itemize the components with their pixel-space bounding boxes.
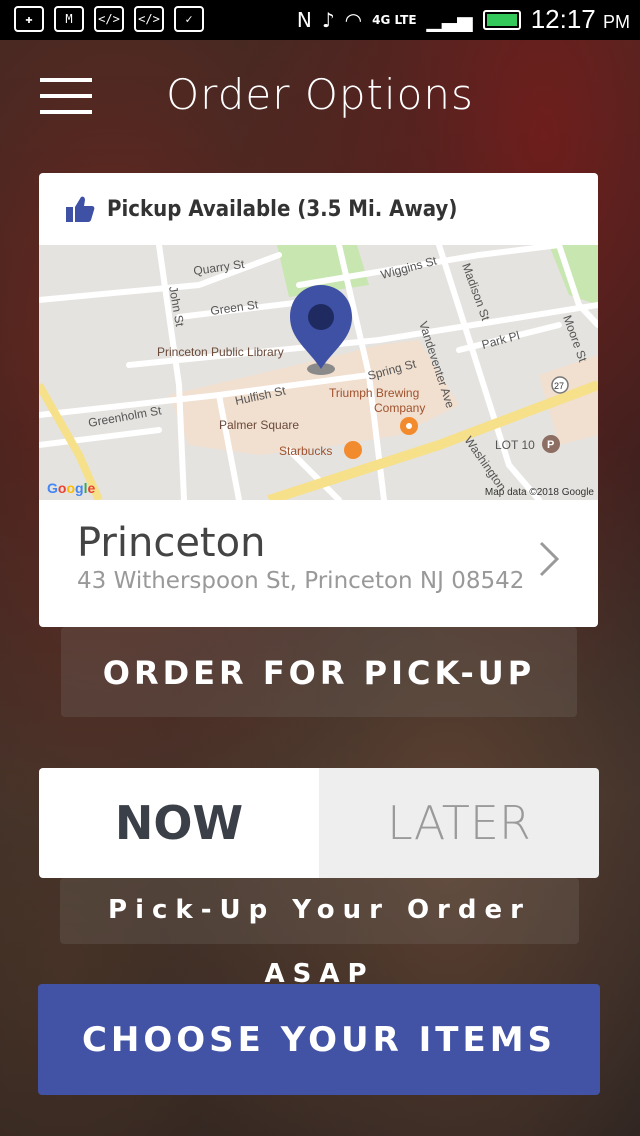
order-for-pickup-button[interactable]: ORDER FOR PICK-UP xyxy=(61,627,577,717)
network-icon: 4G LTE xyxy=(372,12,417,27)
thumbs-up-icon xyxy=(66,196,95,222)
map-view[interactable]: Quarry St Wiggins St Madison St Moore St… xyxy=(39,245,598,500)
check-icon: ✓ xyxy=(174,6,204,32)
map-graphic: Quarry St Wiggins St Madison St Moore St… xyxy=(39,245,598,500)
later-tab[interactable]: LATER xyxy=(319,768,599,878)
page-title: Order Options xyxy=(166,70,474,119)
nfc-icon: N xyxy=(296,7,312,32)
now-tab[interactable]: NOW xyxy=(39,768,319,878)
signal-icon: ▁▃▅ xyxy=(426,7,473,32)
status-bar: ✚ M </> </> ✓ N ♪ ◠ 4G LTE ▁▃▅ 12:17 PM xyxy=(0,0,640,40)
chevron-right-icon xyxy=(539,541,560,577)
location-card: Pickup Available (3.5 Mi. Away) Quarry S… xyxy=(39,173,598,627)
choose-items-button[interactable]: CHOOSE YOUR ITEMS xyxy=(38,984,600,1095)
svg-text:LOT 10: LOT 10 xyxy=(495,438,535,452)
pickup-availability: Pickup Available (3.5 Mi. Away) xyxy=(39,173,598,245)
svg-text:Company: Company xyxy=(374,401,425,415)
svg-text:P: P xyxy=(547,439,554,451)
clock: 12:17 PM xyxy=(530,4,630,34)
system-icons: N ♪ ◠ 4G LTE ▁▃▅ 12:17 PM xyxy=(297,4,630,35)
add-notification-icon: ✚ xyxy=(14,6,44,32)
notification-icons: ✚ M </> </> ✓ xyxy=(14,6,204,32)
timing-toggle: NOW LATER xyxy=(39,768,599,878)
svg-text:27: 27 xyxy=(554,381,564,391)
store-name: Princeton xyxy=(77,520,266,566)
svg-text:Starbucks: Starbucks xyxy=(279,444,332,458)
gmail-icon: M xyxy=(54,6,84,32)
svg-text:Palmer Square: Palmer Square xyxy=(219,418,299,432)
map-credit: Map data ©2018 Google xyxy=(484,487,594,498)
store-selector[interactable]: Princeton 43 Witherspoon St, Princeton N… xyxy=(39,500,598,627)
code-icon: </> xyxy=(94,6,124,32)
svg-text:Triumph Brewing: Triumph Brewing xyxy=(329,386,419,400)
pickup-asap-label: Pick-Up Your Order ASAP xyxy=(60,878,579,989)
svg-text:Princeton Public Library: Princeton Public Library xyxy=(157,345,284,359)
code-icon-2: </> xyxy=(134,6,164,32)
store-address: 43 Witherspoon St, Princeton NJ 08542 xyxy=(77,568,525,594)
google-logo: Google xyxy=(47,480,96,496)
mute-icon: ♪ xyxy=(321,7,335,32)
pickup-status-text: Pickup Available (3.5 Mi. Away) xyxy=(107,196,458,222)
battery-icon xyxy=(482,9,521,30)
wifi-icon: ◠ xyxy=(344,7,363,32)
